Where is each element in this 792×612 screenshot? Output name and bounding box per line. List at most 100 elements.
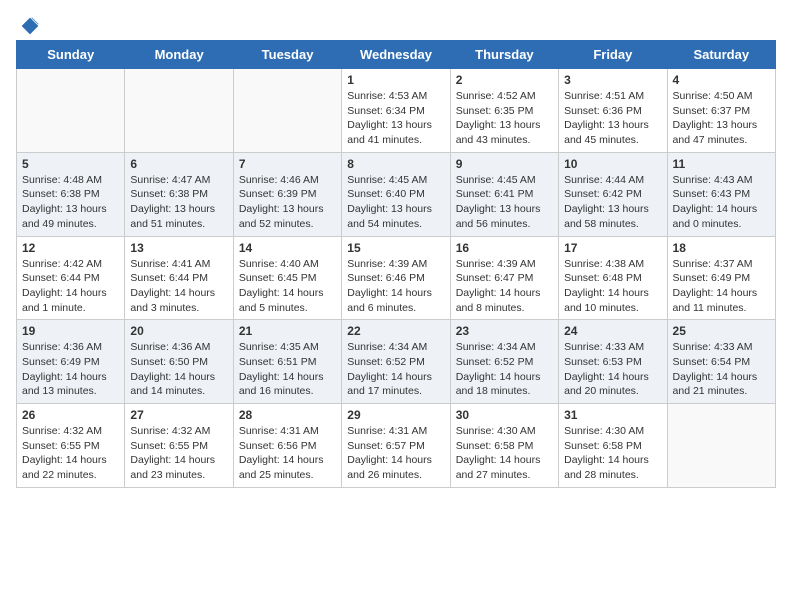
calendar-cell: 19Sunrise: 4:36 AM Sunset: 6:49 PM Dayli… <box>17 320 125 404</box>
calendar-cell: 21Sunrise: 4:35 AM Sunset: 6:51 PM Dayli… <box>233 320 341 404</box>
page-header <box>16 16 776 32</box>
day-info: Sunrise: 4:31 AM Sunset: 6:56 PM Dayligh… <box>239 424 336 483</box>
calendar-cell: 18Sunrise: 4:37 AM Sunset: 6:49 PM Dayli… <box>667 236 775 320</box>
day-number: 23 <box>456 324 553 338</box>
day-number: 26 <box>22 408 119 422</box>
calendar-cell: 17Sunrise: 4:38 AM Sunset: 6:48 PM Dayli… <box>559 236 667 320</box>
day-info: Sunrise: 4:42 AM Sunset: 6:44 PM Dayligh… <box>22 257 119 316</box>
calendar-cell: 29 Sunrise: 4:31 AM Sunset: 6:57 PM Dayli… <box>342 404 450 488</box>
column-header-thursday: Thursday <box>450 41 558 69</box>
day-number: 28 <box>239 408 336 422</box>
calendar-week-row: 1 Sunrise: 4:53 AM Sunset: 6:34 PM Daylig… <box>17 69 776 153</box>
calendar-header-row: SundayMondayTuesdayWednesdayThursdayFrid… <box>17 41 776 69</box>
day-number: 21 <box>239 324 336 338</box>
day-info: Sunrise: 4:32 AM Sunset: 6:55 PM Dayligh… <box>130 424 227 483</box>
column-header-wednesday: Wednesday <box>342 41 450 69</box>
calendar-cell: 16Sunrise: 4:39 AM Sunset: 6:47 PM Dayli… <box>450 236 558 320</box>
day-info: Sunrise: 4:36 AM Sunset: 6:50 PM Dayligh… <box>130 340 227 399</box>
calendar-cell: 5 Sunrise: 4:48 AM Sunset: 6:38 PM Daylig… <box>17 152 125 236</box>
day-number: 22 <box>347 324 444 338</box>
day-info: Sunrise: 4:34 AM Sunset: 6:52 PM Dayligh… <box>347 340 444 399</box>
calendar-cell: 25Sunrise: 4:33 AM Sunset: 6:54 PM Dayli… <box>667 320 775 404</box>
calendar-cell: 8 Sunrise: 4:45 AM Sunset: 6:40 PM Daylig… <box>342 152 450 236</box>
day-info: Sunrise: 4:51 AM Sunset: 6:36 PM Dayligh… <box>564 89 661 148</box>
calendar-cell: 13 Sunrise: 4:41 AM Sunset: 6:44 PM Dayli… <box>125 236 233 320</box>
calendar-cell: 4 Sunrise: 4:50 AM Sunset: 6:37 PM Daylig… <box>667 69 775 153</box>
column-header-monday: Monday <box>125 41 233 69</box>
day-number: 16 <box>456 241 553 255</box>
day-info: Sunrise: 4:33 AM Sunset: 6:54 PM Dayligh… <box>673 340 770 399</box>
day-number: 6 <box>130 157 227 171</box>
day-number: 20 <box>130 324 227 338</box>
calendar-cell: 27 Sunrise: 4:32 AM Sunset: 6:55 PM Dayli… <box>125 404 233 488</box>
day-number: 12 <box>22 241 119 255</box>
calendar-cell: 28 Sunrise: 4:31 AM Sunset: 6:56 PM Dayli… <box>233 404 341 488</box>
calendar-week-row: 19Sunrise: 4:36 AM Sunset: 6:49 PM Dayli… <box>17 320 776 404</box>
calendar-cell: 15 Sunrise: 4:39 AM Sunset: 6:46 PM Dayli… <box>342 236 450 320</box>
calendar-cell: 23 Sunrise: 4:34 AM Sunset: 6:52 PM Dayli… <box>450 320 558 404</box>
day-number: 15 <box>347 241 444 255</box>
calendar-week-row: 26 Sunrise: 4:32 AM Sunset: 6:55 PM Dayli… <box>17 404 776 488</box>
calendar-cell <box>17 69 125 153</box>
calendar-cell: 7 Sunrise: 4:46 AM Sunset: 6:39 PM Daylig… <box>233 152 341 236</box>
day-number: 27 <box>130 408 227 422</box>
day-info: Sunrise: 4:33 AM Sunset: 6:53 PM Dayligh… <box>564 340 661 399</box>
column-header-sunday: Sunday <box>17 41 125 69</box>
day-info: Sunrise: 4:40 AM Sunset: 6:45 PM Dayligh… <box>239 257 336 316</box>
day-number: 2 <box>456 73 553 87</box>
day-info: Sunrise: 4:36 AM Sunset: 6:49 PM Dayligh… <box>22 340 119 399</box>
calendar-cell: 12 Sunrise: 4:42 AM Sunset: 6:44 PM Dayli… <box>17 236 125 320</box>
column-header-saturday: Saturday <box>667 41 775 69</box>
calendar-week-row: 5 Sunrise: 4:48 AM Sunset: 6:38 PM Daylig… <box>17 152 776 236</box>
day-info: Sunrise: 4:39 AM Sunset: 6:46 PM Dayligh… <box>347 257 444 316</box>
day-info: Sunrise: 4:30 AM Sunset: 6:58 PM Dayligh… <box>456 424 553 483</box>
day-number: 1 <box>347 73 444 87</box>
day-info: Sunrise: 4:38 AM Sunset: 6:48 PM Dayligh… <box>564 257 661 316</box>
day-number: 5 <box>22 157 119 171</box>
day-info: Sunrise: 4:48 AM Sunset: 6:38 PM Dayligh… <box>22 173 119 232</box>
day-info: Sunrise: 4:50 AM Sunset: 6:37 PM Dayligh… <box>673 89 770 148</box>
day-number: 4 <box>673 73 770 87</box>
calendar-cell: 2 Sunrise: 4:52 AM Sunset: 6:35 PM Daylig… <box>450 69 558 153</box>
day-info: Sunrise: 4:43 AM Sunset: 6:43 PM Dayligh… <box>673 173 770 232</box>
day-info: Sunrise: 4:53 AM Sunset: 6:34 PM Dayligh… <box>347 89 444 148</box>
day-number: 8 <box>347 157 444 171</box>
day-number: 9 <box>456 157 553 171</box>
day-info: Sunrise: 4:47 AM Sunset: 6:38 PM Dayligh… <box>130 173 227 232</box>
logo-icon <box>20 16 40 36</box>
calendar-week-row: 12 Sunrise: 4:42 AM Sunset: 6:44 PM Dayli… <box>17 236 776 320</box>
day-info: Sunrise: 4:45 AM Sunset: 6:41 PM Dayligh… <box>456 173 553 232</box>
day-number: 10 <box>564 157 661 171</box>
day-number: 29 <box>347 408 444 422</box>
calendar-cell <box>233 69 341 153</box>
day-info: Sunrise: 4:30 AM Sunset: 6:58 PM Dayligh… <box>564 424 661 483</box>
day-info: Sunrise: 4:34 AM Sunset: 6:52 PM Dayligh… <box>456 340 553 399</box>
day-number: 31 <box>564 408 661 422</box>
calendar-cell: 3 Sunrise: 4:51 AM Sunset: 6:36 PM Daylig… <box>559 69 667 153</box>
day-info: Sunrise: 4:52 AM Sunset: 6:35 PM Dayligh… <box>456 89 553 148</box>
day-info: Sunrise: 4:31 AM Sunset: 6:57 PM Dayligh… <box>347 424 444 483</box>
day-number: 7 <box>239 157 336 171</box>
calendar-cell <box>125 69 233 153</box>
calendar-cell: 6 Sunrise: 4:47 AM Sunset: 6:38 PM Daylig… <box>125 152 233 236</box>
calendar-cell: 1 Sunrise: 4:53 AM Sunset: 6:34 PM Daylig… <box>342 69 450 153</box>
day-number: 13 <box>130 241 227 255</box>
calendar-table: SundayMondayTuesdayWednesdayThursdayFrid… <box>16 40 776 488</box>
day-number: 3 <box>564 73 661 87</box>
column-header-friday: Friday <box>559 41 667 69</box>
day-info: Sunrise: 4:41 AM Sunset: 6:44 PM Dayligh… <box>130 257 227 316</box>
column-header-tuesday: Tuesday <box>233 41 341 69</box>
day-number: 24 <box>564 324 661 338</box>
day-info: Sunrise: 4:44 AM Sunset: 6:42 PM Dayligh… <box>564 173 661 232</box>
calendar-cell: 11 Sunrise: 4:43 AM Sunset: 6:43 PM Dayli… <box>667 152 775 236</box>
day-info: Sunrise: 4:45 AM Sunset: 6:40 PM Dayligh… <box>347 173 444 232</box>
calendar-cell: 26 Sunrise: 4:32 AM Sunset: 6:55 PM Dayli… <box>17 404 125 488</box>
day-number: 14 <box>239 241 336 255</box>
day-info: Sunrise: 4:46 AM Sunset: 6:39 PM Dayligh… <box>239 173 336 232</box>
calendar-cell: 22 Sunrise: 4:34 AM Sunset: 6:52 PM Dayli… <box>342 320 450 404</box>
calendar-cell: 9 Sunrise: 4:45 AM Sunset: 6:41 PM Daylig… <box>450 152 558 236</box>
day-number: 11 <box>673 157 770 171</box>
calendar-cell: 30Sunrise: 4:30 AM Sunset: 6:58 PM Dayli… <box>450 404 558 488</box>
calendar-cell: 20 Sunrise: 4:36 AM Sunset: 6:50 PM Dayli… <box>125 320 233 404</box>
day-info: Sunrise: 4:32 AM Sunset: 6:55 PM Dayligh… <box>22 424 119 483</box>
